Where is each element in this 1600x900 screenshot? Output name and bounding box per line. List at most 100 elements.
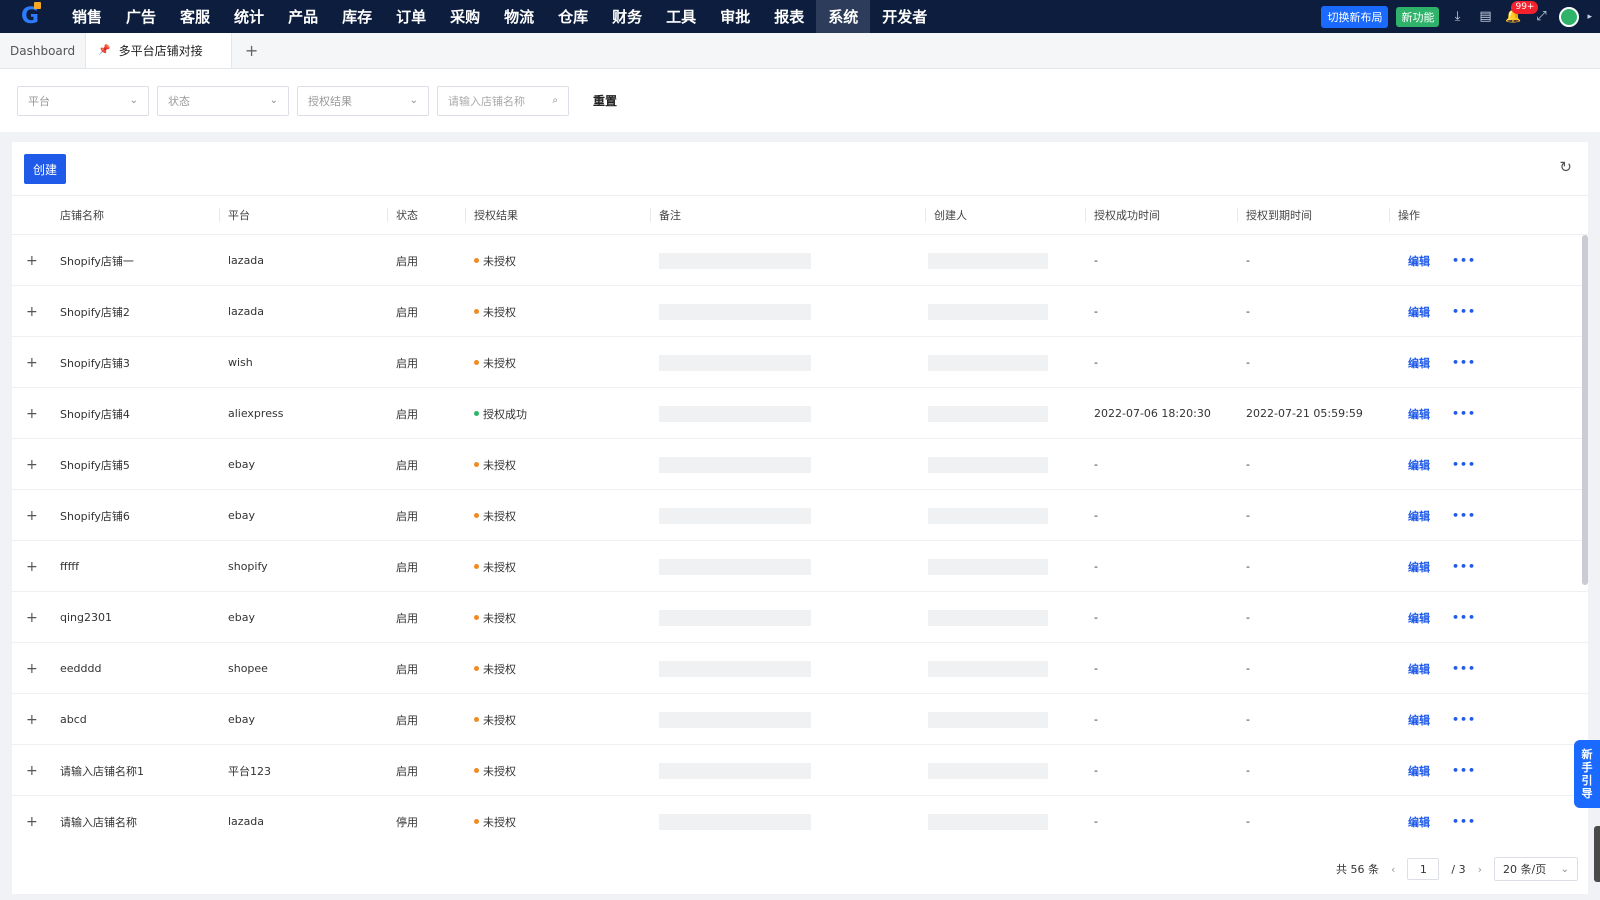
more-icon[interactable]: ••• — [1452, 235, 1476, 286]
nav-right-tools: 切换新布局 新功能 ⤓ ▤ 🔔 99+ ⤢ ▸ — [1321, 0, 1600, 33]
calendar-icon[interactable]: ▤ — [1475, 7, 1495, 27]
nav-item[interactable]: 销售 — [60, 0, 114, 33]
tab-multi-platform-store[interactable]: 📌 多平台店铺对接 — [85, 33, 232, 68]
refresh-icon[interactable]: ↻ — [1559, 158, 1572, 176]
platform-select[interactable]: 平台 ⌄ — [17, 85, 149, 116]
edit-link[interactable]: 编辑 — [1408, 286, 1430, 337]
caret-right-icon[interactable]: ▸ — [1587, 12, 1592, 22]
table-row[interactable]: + Shopify店铺3 wish 启用 未授权 - - 编辑 ••• — [12, 337, 1588, 388]
nav-item[interactable]: 仓库 — [546, 0, 600, 33]
nav-item[interactable]: 客服 — [168, 0, 222, 33]
search-icon[interactable]: ⌕ — [552, 95, 558, 106]
edit-link[interactable]: 编辑 — [1408, 592, 1430, 643]
table-row[interactable]: + qing2301 ebay 启用 未授权 - - 编辑 ••• — [12, 592, 1588, 643]
expand-icon[interactable]: + — [26, 643, 38, 694]
nav-item[interactable]: 报表 — [762, 0, 816, 33]
fullscreen-icon[interactable]: ⤢ — [1531, 7, 1551, 27]
store-name: qing2301 — [60, 611, 112, 624]
nav-item[interactable]: 物流 — [492, 0, 546, 33]
page-size-select[interactable]: 20 条/页 ⌄ — [1494, 857, 1578, 881]
edit-link[interactable]: 编辑 — [1408, 388, 1430, 439]
new-feature-button[interactable]: 新功能 — [1396, 6, 1440, 27]
beginner-guide-button[interactable]: 新 手 引 导 — [1574, 740, 1600, 808]
table-row[interactable]: + 请输入店铺名称1 平台123 启用 未授权 - - 编辑 ••• — [12, 745, 1588, 796]
platform: shopify — [228, 560, 268, 573]
expand-icon[interactable]: + — [26, 439, 38, 490]
table-row[interactable]: + abcd ebay 启用 未授权 - - 编辑 ••• — [12, 694, 1588, 745]
expand-icon[interactable]: + — [26, 796, 38, 837]
more-icon[interactable]: ••• — [1452, 490, 1476, 541]
nav-item[interactable]: 工具 — [654, 0, 708, 33]
edit-link[interactable]: 编辑 — [1408, 745, 1430, 796]
table-row[interactable]: + Shopify店铺2 lazada 启用 未授权 - - 编辑 ••• — [12, 286, 1588, 337]
pin-icon[interactable]: 📌 — [98, 45, 110, 56]
expand-icon[interactable]: + — [26, 235, 38, 286]
expand-icon[interactable]: + — [26, 541, 38, 592]
col-auth-result: 授权结果 — [465, 196, 518, 234]
table-row[interactable]: + 请输入店铺名称 lazada 停用 未授权 - - 编辑 ••• — [12, 796, 1588, 837]
table-row[interactable]: + Shopify店铺一 lazada 启用 未授权 - - 编辑 ••• — [12, 235, 1588, 286]
edit-link[interactable]: 编辑 — [1408, 439, 1430, 490]
nav-item[interactable]: 订单 — [384, 0, 438, 33]
page-number-input[interactable]: 1 — [1407, 858, 1440, 880]
reset-button[interactable]: 重置 — [593, 92, 617, 109]
edit-link[interactable]: 编辑 — [1408, 235, 1430, 286]
nav-item[interactable]: 统计 — [222, 0, 276, 33]
more-icon[interactable]: ••• — [1452, 745, 1476, 796]
download-icon[interactable]: ⤓ — [1447, 7, 1467, 27]
edit-link[interactable]: 编辑 — [1408, 643, 1430, 694]
avatar[interactable] — [1559, 6, 1580, 27]
bell-icon[interactable]: 🔔 99+ — [1503, 0, 1539, 27]
edit-link[interactable]: 编辑 — [1408, 694, 1430, 745]
auth-result-select[interactable]: 授权结果 ⌄ — [297, 85, 429, 116]
expand-icon[interactable]: + — [26, 388, 38, 439]
side-drawer-handle[interactable] — [1594, 826, 1600, 882]
create-button[interactable]: 创建 — [24, 154, 66, 184]
nav-item[interactable]: 广告 — [114, 0, 168, 33]
more-icon[interactable]: ••• — [1452, 286, 1476, 337]
nav-item[interactable]: 系统 — [816, 0, 871, 33]
nav-item[interactable]: 库存 — [330, 0, 384, 33]
tab-dashboard[interactable]: Dashboard — [0, 33, 85, 68]
store-search-input[interactable]: 请输入店铺名称 ⌕ — [437, 85, 569, 116]
prev-page-icon[interactable]: ‹ — [1391, 863, 1395, 876]
table-row[interactable]: + eedddd shopee 启用 未授权 - - 编辑 ••• — [12, 643, 1588, 694]
add-tab-button[interactable]: + — [232, 33, 272, 68]
next-page-icon[interactable]: › — [1478, 863, 1482, 876]
table-scrollbar[interactable] — [1582, 235, 1588, 585]
nav-item[interactable]: 采购 — [438, 0, 492, 33]
expand-icon[interactable]: + — [26, 745, 38, 796]
nav-item[interactable]: 开发者 — [870, 0, 939, 33]
table-row[interactable]: + Shopify店铺6 ebay 启用 未授权 - - 编辑 ••• — [12, 490, 1588, 541]
table-row[interactable]: + Shopify店铺5 ebay 启用 未授权 - - 编辑 ••• — [12, 439, 1588, 490]
status: 启用 — [396, 662, 418, 676]
more-icon[interactable]: ••• — [1452, 337, 1476, 388]
expand-icon[interactable]: + — [26, 592, 38, 643]
nav-item[interactable]: 审批 — [708, 0, 762, 33]
edit-link[interactable]: 编辑 — [1408, 337, 1430, 388]
table-row[interactable]: + fffff shopify 启用 未授权 - - 编辑 ••• — [12, 541, 1588, 592]
nav-item[interactable]: 产品 — [276, 0, 330, 33]
expand-icon[interactable]: + — [26, 286, 38, 337]
more-icon[interactable]: ••• — [1452, 439, 1476, 490]
more-icon[interactable]: ••• — [1452, 388, 1476, 439]
edit-link[interactable]: 编辑 — [1408, 541, 1430, 592]
expand-icon[interactable]: + — [26, 694, 38, 745]
more-icon[interactable]: ••• — [1452, 643, 1476, 694]
auth-result-label: 未授权 — [483, 254, 516, 268]
app-logo[interactable]: G — [0, 0, 60, 33]
auth-expire-time: 2022-07-21 05:59:59 — [1246, 407, 1363, 420]
expand-icon[interactable]: + — [26, 490, 38, 541]
switch-layout-button[interactable]: 切换新布局 — [1321, 5, 1389, 28]
nav-item[interactable]: 财务 — [600, 0, 654, 33]
more-icon[interactable]: ••• — [1452, 541, 1476, 592]
more-icon[interactable]: ••• — [1452, 592, 1476, 643]
expand-icon[interactable]: + — [26, 337, 38, 388]
more-icon[interactable]: ••• — [1452, 796, 1476, 837]
edit-link[interactable]: 编辑 — [1408, 796, 1430, 837]
status-select[interactable]: 状态 ⌄ — [157, 85, 289, 116]
more-icon[interactable]: ••• — [1452, 694, 1476, 745]
table-row[interactable]: + Shopify店铺4 aliexpress 启用 授权成功 2022-07-06 18… — [12, 388, 1588, 439]
col-auth-expire-time: 授权到期时间 — [1237, 196, 1312, 234]
edit-link[interactable]: 编辑 — [1408, 490, 1430, 541]
